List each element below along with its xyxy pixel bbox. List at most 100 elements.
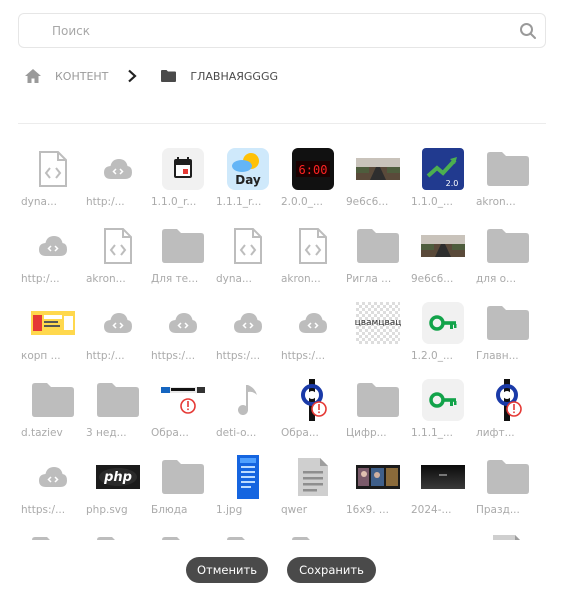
folder-item[interactable]: [281, 529, 346, 540]
folder-item[interactable]: [151, 529, 216, 540]
file-item[interactable]: php php.svg: [86, 452, 151, 529]
blue-phone-screenshot-image: [226, 455, 270, 499]
file-item[interactable]: akron...: [86, 221, 151, 298]
file-item[interactable]: [346, 529, 411, 540]
svg-text:Day: Day: [235, 173, 261, 187]
timer-broken-image-icon: [486, 378, 530, 422]
folder-icon: [31, 378, 75, 422]
file-name: https:/...: [151, 350, 196, 362]
folder-item[interactable]: d.taziev: [21, 375, 86, 452]
transparent-text-image: цвамцвац: [355, 301, 401, 345]
file-name: 1.1.0_...: [411, 196, 453, 208]
code-file-icon: [226, 224, 270, 268]
file-name: Цифр...: [346, 427, 387, 439]
file-item[interactable]: 6:00 2.0.0_...: [281, 144, 346, 221]
file-item[interactable]: цвамцвац: [346, 298, 411, 375]
file-item[interactable]: Обра...: [151, 375, 216, 452]
file-item[interactable]: 2.0 1.1.0_...: [411, 144, 476, 221]
green-key-app-image: [421, 378, 465, 422]
file-item[interactable]: 2024-...: [411, 452, 476, 529]
file-item[interactable]: qwer: [281, 452, 346, 529]
search-input[interactable]: [19, 14, 545, 47]
file-item[interactable]: 1.1.1_...: [411, 375, 476, 452]
music-note-icon: [226, 378, 270, 422]
file-item[interactable]: Обра...: [281, 375, 346, 452]
cloud-link-icon: [31, 455, 75, 499]
folder-item[interactable]: [86, 529, 151, 540]
file-item[interactable]: https:/...: [21, 452, 86, 529]
dark-gradient-image: [421, 455, 465, 499]
folder-icon: [96, 532, 140, 540]
code-file-icon: [291, 224, 335, 268]
folder-item[interactable]: Блюда: [151, 452, 216, 529]
file-item[interactable]: 1.jpg: [216, 452, 281, 529]
file-name: dyna...: [216, 273, 252, 285]
file-name: php.svg: [86, 504, 128, 516]
file-name: Обра...: [151, 427, 189, 439]
folder-item[interactable]: Ригла ...: [346, 221, 411, 298]
file-item[interactable]: корп ...: [21, 298, 86, 375]
file-item[interactable]: 9e6c6...: [411, 221, 476, 298]
cloud-link-icon: [96, 301, 140, 345]
file-name: https:/...: [281, 350, 326, 362]
file-item[interactable]: Day 1.1.1_r...: [216, 144, 281, 221]
growth-chart-app-image: 2.0: [421, 147, 465, 191]
folder-icon: [356, 378, 400, 422]
file-name: https:/...: [21, 504, 66, 516]
folder-item[interactable]: для о...: [476, 221, 541, 298]
file-name: Для те...: [151, 273, 199, 285]
folder-item[interactable]: 3 нед...: [86, 375, 151, 452]
file-item[interactable]: http:/...: [86, 298, 151, 375]
folder-item[interactable]: Празд...: [476, 452, 541, 529]
road-photo-image: [421, 224, 465, 268]
file-item[interactable]: akron...: [281, 221, 346, 298]
search-icon[interactable]: [519, 22, 537, 40]
file-item[interactable]: deti-o...: [216, 375, 281, 452]
file-item[interactable]: 16x9. ...: [346, 452, 411, 529]
yellow-banner-image: [31, 301, 75, 345]
home-icon[interactable]: [25, 69, 41, 83]
folder-icon: [161, 70, 177, 82]
file-item[interactable]: https:/...: [216, 298, 281, 375]
file-name: 2.0.0_...: [281, 196, 323, 208]
file-item[interactable]: http:/...: [21, 221, 86, 298]
svg-text:6:00: 6:00: [299, 163, 328, 177]
folder-icon: [356, 224, 400, 268]
file-name: корп ...: [21, 350, 61, 362]
file-name: 2024-...: [411, 504, 452, 516]
file-item[interactable]: https:/...: [151, 298, 216, 375]
file-item[interactable]: 1.2.0_...: [411, 298, 476, 375]
file-name: d.taziev: [21, 427, 63, 439]
cancel-button[interactable]: Отменить: [186, 557, 268, 583]
folder-item[interactable]: [21, 529, 86, 540]
file-item[interactable]: dyna...: [216, 221, 281, 298]
file-item[interactable]: dyna...: [21, 144, 86, 221]
file-item[interactable]: https:/...: [281, 298, 346, 375]
search-box: [18, 13, 546, 48]
folder-item[interactable]: akron...: [476, 144, 541, 221]
file-name: для о...: [476, 273, 517, 285]
folder-icon: [486, 147, 530, 191]
folder-item[interactable]: Для те...: [151, 221, 216, 298]
folder-item[interactable]: Цифр...: [346, 375, 411, 452]
chevron-right-icon: [128, 69, 138, 83]
file-item[interactable]: [476, 529, 541, 540]
file-item[interactable]: 9e6c6...: [346, 144, 411, 221]
folder-item[interactable]: [216, 529, 281, 540]
file-item[interactable]: 1.1.0_r...: [151, 144, 216, 221]
file-grid-viewport[interactable]: dyna... http:/... 1.1.0_r... Day 1.1.1_r... 6…: [18, 130, 546, 540]
file-item[interactable]: http:/...: [86, 144, 151, 221]
save-button[interactable]: Сохранить: [287, 557, 376, 583]
dark-collage-image: [356, 455, 400, 499]
file-item[interactable]: лифт...: [476, 375, 541, 452]
cloud-link-icon: [96, 147, 140, 191]
file-name: https:/...: [216, 350, 261, 362]
file-name: 1.1.1_r...: [216, 196, 262, 208]
breadcrumb-root[interactable]: КОНТЕНТ: [55, 70, 108, 83]
file-name: лифт...: [476, 427, 515, 439]
file-name: dyna...: [21, 196, 57, 208]
folder-item[interactable]: Главн...: [476, 298, 541, 375]
green-key-app-image: [421, 301, 465, 345]
file-name: 1.1.0_r...: [151, 196, 197, 208]
file-item[interactable]: [411, 529, 476, 540]
